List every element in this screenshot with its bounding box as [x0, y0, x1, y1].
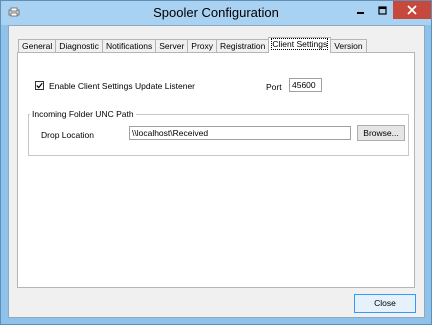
drop-location-input[interactable]: \\localhost\Received: [129, 126, 351, 140]
tab-label: Version: [334, 41, 363, 51]
tab-diagnostic[interactable]: Diagnostic: [55, 39, 103, 53]
port-label: Port: [266, 82, 282, 92]
client-settings-panel: Enable Client Settings Update Listener P…: [17, 52, 415, 288]
enable-listener-checkbox[interactable]: [35, 81, 44, 90]
tab-strip: General Diagnostic Notifications Server …: [18, 37, 367, 53]
tab-label: Registration: [220, 41, 266, 51]
enable-listener-label[interactable]: Enable Client Settings Update Listener: [49, 81, 195, 91]
tab-client-settings[interactable]: Client Settings: [268, 37, 332, 53]
tab-label: Server: [159, 41, 185, 51]
maximize-button[interactable]: [371, 1, 393, 19]
tab-version[interactable]: Version: [330, 39, 367, 53]
minimize-icon: [356, 11, 364, 14]
checkmark-icon: [36, 82, 43, 89]
tab-general[interactable]: General: [18, 39, 57, 53]
drop-location-label: Drop Location: [41, 130, 94, 140]
port-input[interactable]: 45600: [289, 78, 322, 92]
group-title: Incoming Folder UNC Path: [30, 109, 136, 119]
tab-label: Diagnostic: [59, 41, 99, 51]
close-window-button[interactable]: [393, 1, 431, 19]
close-icon: [407, 5, 417, 15]
tab-notifications[interactable]: Notifications: [101, 39, 157, 53]
title-bar: Spooler Configuration: [1, 1, 431, 25]
tab-server[interactable]: Server: [155, 39, 189, 53]
browse-button[interactable]: Browse...: [357, 125, 405, 141]
tab-label: Client Settings: [271, 38, 329, 50]
spooler-config-window: Spooler Configuration General Diagnostic…: [0, 0, 432, 325]
dialog-client-area: General Diagnostic Notifications Server …: [8, 25, 425, 318]
close-button[interactable]: Close: [354, 294, 416, 313]
tab-label: Notifications: [105, 41, 153, 51]
minimize-button[interactable]: [349, 1, 371, 19]
tab-proxy[interactable]: Proxy: [187, 39, 218, 53]
maximize-icon: [377, 5, 387, 15]
tab-label: General: [22, 41, 53, 51]
tab-label: Proxy: [191, 41, 214, 51]
tab-registration[interactable]: Registration: [216, 39, 270, 53]
